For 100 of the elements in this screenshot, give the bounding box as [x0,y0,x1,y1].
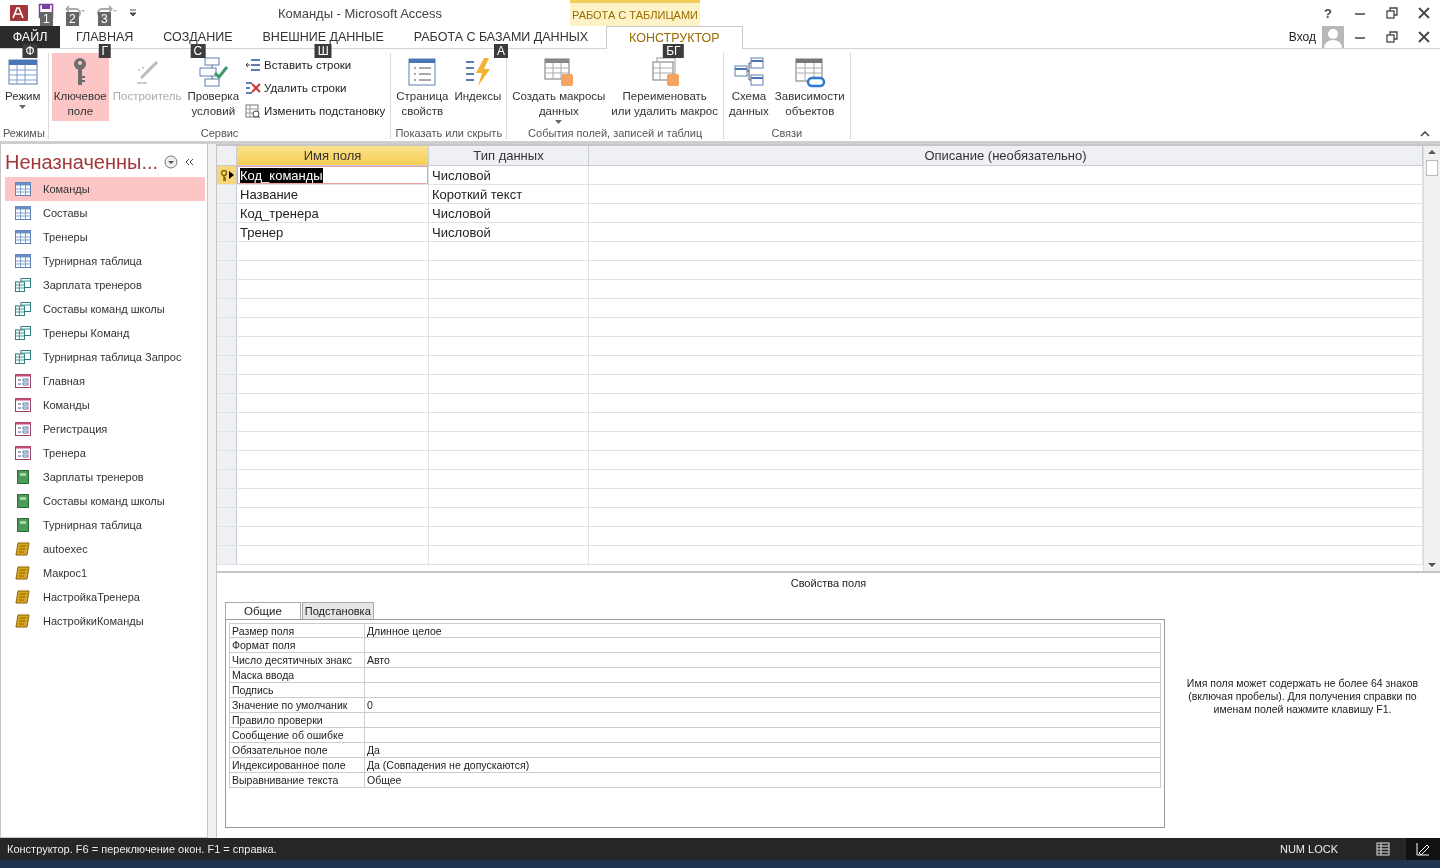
scroll-icon [15,590,31,604]
nav-item[interactable]: Зарплата тренеров [5,273,205,297]
data-type-cell[interactable]: Числовой [429,166,589,184]
scroll-icon [15,614,31,628]
scroll-icon [15,542,31,556]
property-value[interactable]: Да [365,743,1160,757]
design-view-icon[interactable] [1416,842,1430,856]
property-tab[interactable]: Подстановка [301,602,374,619]
empty-row[interactable] [217,527,1423,546]
group-label: Показать или скрыть [394,127,504,139]
data-type-cell[interactable]: Числовой [429,223,589,241]
ribbon-button[interactable]: Создать макросы данных [510,53,608,126]
empty-row[interactable] [217,299,1423,318]
nav-item[interactable]: Турнирная таблица [5,249,205,273]
ribbon-button[interactable]: Страница свойств [394,53,451,121]
restore-icon[interactable] [1386,31,1398,43]
empty-row[interactable] [217,432,1423,451]
nav-item[interactable]: Регистрация [5,417,205,441]
nav-item[interactable]: Главная [5,369,205,393]
nav-item[interactable]: Турнирная таблица [5,513,205,537]
empty-row[interactable] [217,413,1423,432]
nav-item[interactable]: НастройкиКоманды [5,609,205,633]
nav-item[interactable]: НастройкаТренера [5,585,205,609]
table-grid-icon [6,56,39,88]
sign-in-link[interactable]: Вход [1288,30,1316,44]
query-icon [15,350,31,364]
close-icon[interactable] [1418,31,1430,43]
empty-row[interactable] [217,280,1423,299]
collapse-pane-icon[interactable] [184,157,195,167]
property-value[interactable]: Авто [365,653,1160,667]
nav-item[interactable]: Составы команд школы [5,297,205,321]
empty-row[interactable] [217,451,1423,470]
keytip: Ш [314,44,332,58]
empty-row[interactable] [217,489,1423,508]
field-name-cell[interactable]: Название [237,185,429,203]
help-button[interactable]: ? [1312,0,1344,26]
empty-row[interactable] [217,242,1423,261]
help-text: Имя поля может содержать не более 64 знаков (включая пробелы). Для получения справки по именам полей нажмите клавишу F1. [1185,677,1420,716]
field-name-cell[interactable]: Тренер [237,223,429,241]
empty-row[interactable] [217,508,1423,527]
property-value[interactable]: Длинное целое [365,624,1160,637]
scrollbar[interactable] [1423,146,1440,571]
empty-row[interactable] [217,318,1423,337]
nav-item[interactable]: Турнирная таблица Запрос [5,345,205,369]
nav-item[interactable]: Тренера [5,441,205,465]
data-type-cell[interactable]: Числовой [429,204,589,222]
ribbon-button[interactable]: Изменить подстановку [243,100,388,122]
form-icon [15,446,31,460]
group-label: Связи [770,127,804,139]
context-tab-group: РАБОТА С ТАБЛИЦАМИ [570,0,700,26]
nav-item[interactable]: Тренеры [5,225,205,249]
nav-item[interactable]: Тренеры Команд [5,321,205,345]
nav-item[interactable]: Команды [5,393,205,417]
scroll-icon [15,566,31,580]
dropdown-icon[interactable] [164,155,179,169]
nav-item[interactable]: Зарплаты тренеров [5,465,205,489]
empty-row[interactable] [217,394,1423,413]
property-value[interactable]: Общее [365,773,1160,787]
close-icon[interactable] [1418,7,1430,19]
datasheet-view-icon[interactable] [1376,842,1390,856]
ribbon-button[interactable]: Зависимости объектов [772,53,847,121]
dependencies-icon [793,56,826,88]
customize-caret-icon[interactable] [128,8,138,18]
data-type-cell[interactable]: Короткий текст [429,185,589,203]
empty-row[interactable] [217,261,1423,280]
query-icon [15,302,31,316]
restore-icon[interactable] [1386,7,1398,19]
property-label: Маска ввода [230,668,365,682]
keytip: С [190,44,206,58]
section-caption: Свойства поля [789,576,868,591]
property-tab[interactable]: Общие [225,602,301,619]
access-logo-icon [10,5,28,21]
avatar-icon[interactable] [1322,26,1344,48]
nav-item[interactable]: Составы [5,201,205,225]
row-selector[interactable] [217,166,237,184]
group-label: Режимы [3,127,45,139]
nav-item[interactable]: autoexec [5,537,205,561]
empty-row[interactable] [217,470,1423,489]
ribbon-button[interactable]: Удалить строки [243,77,388,99]
empty-row[interactable] [217,337,1423,356]
table-icon [15,206,31,220]
report-icon [15,494,31,508]
property-value[interactable]: Да (Совпадения не допускаются) [365,758,1160,772]
nav-pane-title[interactable]: Неназначенны... [5,150,159,174]
empty-row[interactable] [217,356,1423,375]
empty-row[interactable] [217,375,1423,394]
nav-item[interactable]: Составы команд школы [5,489,205,513]
collapse-ribbon-icon[interactable] [1420,131,1430,137]
nav-item[interactable]: Макрос1 [5,561,205,585]
nav-item[interactable]: Команды [5,177,205,201]
keytip: 3 [98,12,111,26]
field-name-cell[interactable]: Код_команды [237,166,429,184]
column-header: Имя поля [237,146,429,165]
ribbon-button[interactable]: Схема данных [727,53,771,121]
keytip: 2 [66,12,79,26]
property-value[interactable]: 0 [365,698,1160,712]
scroll-thumb[interactable] [1426,160,1438,176]
property-label: Обязательное поле [230,743,365,757]
delete-rows-icon [245,80,262,96]
field-name-cell[interactable]: Код_тренера [237,204,429,222]
